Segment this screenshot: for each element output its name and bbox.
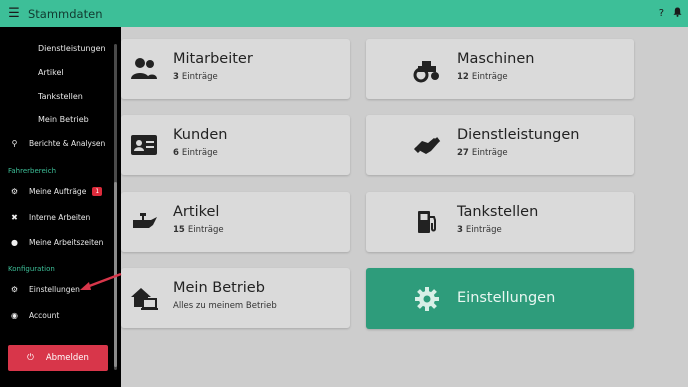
people-icon	[131, 58, 157, 79]
topbar-actions: ?	[659, 0, 682, 27]
card-mitarbeiter[interactable]: Mitarbeiter 3 Einträge	[121, 39, 350, 99]
section-header-konfiguration: Konfiguration	[8, 265, 55, 273]
gas-pump-icon	[418, 211, 436, 233]
card-title: Mein Betrieb	[173, 280, 265, 296]
id-card-icon	[131, 135, 157, 155]
card-artikel[interactable]: Artikel 15 Einträge	[121, 192, 350, 252]
sidebar-item-label: Meine Aufträge	[29, 187, 87, 196]
logout-label: Abmelden	[45, 353, 89, 363]
gear-icon: ⚙	[10, 285, 19, 294]
count-badge: 1	[92, 187, 103, 196]
card-subtitle: 27 Einträge	[457, 148, 508, 158]
sidebar-item-interne-arbeiten[interactable]: ✖ Interne Arbeiten	[0, 213, 112, 222]
sidebar-item-label: Interne Arbeiten	[29, 213, 91, 222]
sidebar-drawer: Dienstleistungen Artikel Tankstellen Mei…	[0, 27, 121, 387]
sidebar-item-mein-betrieb[interactable]: Mein Betrieb	[38, 115, 89, 124]
sidebar-item-label: Meine Arbeitszeiten	[29, 238, 104, 247]
house-laptop-icon	[131, 288, 158, 310]
card-subtitle: 3 Einträge	[173, 72, 218, 82]
card-title: Artikel	[173, 204, 220, 220]
power-icon: ⏻	[27, 353, 34, 363]
card-mein-betrieb[interactable]: Mein Betrieb Alles zu meinem Betrieb	[121, 268, 350, 328]
card-subtitle: 3 Einträge	[457, 225, 502, 235]
sidebar-item-artikel[interactable]: Artikel	[38, 68, 64, 77]
card-title: Kunden	[173, 127, 228, 143]
tools-icon: ✖	[11, 213, 18, 222]
card-title: Maschinen	[457, 51, 535, 67]
card-title: Tankstellen	[457, 204, 539, 220]
top-app-bar: ☰ Stammdaten ?	[0, 0, 688, 27]
logout-button[interactable]: ⏻ Abmelden	[8, 345, 108, 371]
oil-can-icon	[133, 213, 157, 228]
tractor-icon: ⚙	[10, 187, 19, 196]
tractor-icon	[413, 61, 439, 83]
card-dienstleistungen[interactable]: Dienstleistungen 27 Einträge	[366, 115, 634, 175]
card-subtitle: 12 Einträge	[457, 72, 508, 82]
card-kunden[interactable]: Kunden 6 Einträge	[121, 115, 350, 175]
card-einstellungen[interactable]: Einstellungen	[366, 268, 634, 329]
card-maschinen[interactable]: Maschinen 12 Einträge	[366, 39, 634, 99]
section-header-fahrerbereich: Fahrerbereich	[8, 167, 57, 175]
gear-icon	[415, 286, 439, 311]
card-title: Mitarbeiter	[173, 51, 253, 67]
card-subtitle: Alles zu meinem Betrieb	[173, 301, 277, 311]
user-circle-icon: ◉	[11, 311, 18, 320]
sidebar-item-account[interactable]: ◉ Account	[0, 311, 112, 320]
user-clock-icon: ●	[11, 238, 18, 247]
help-icon[interactable]: ?	[659, 8, 664, 19]
sidebar-item-label: Einstellungen	[29, 285, 80, 294]
annotation-arrow	[80, 272, 122, 290]
sidebar-item-label: Berichte & Analysen	[29, 139, 106, 148]
card-title: Dienstleistungen	[457, 127, 580, 143]
sidebar-item-meine-auftraege[interactable]: ⚙ Meine Aufträge 1	[0, 187, 112, 196]
search-chart-icon: ⚲	[11, 139, 18, 148]
main-content: Mitarbeiter 3 Einträge Maschinen 12 Einträ…	[121, 27, 688, 387]
sidebar-item-tankstellen[interactable]: Tankstellen	[38, 92, 83, 101]
page-title: Stammdaten	[28, 6, 103, 21]
card-subtitle: 15 Einträge	[173, 225, 224, 235]
card-tankstellen[interactable]: Tankstellen 3 Einträge	[366, 192, 634, 252]
sidebar-item-dienstleistungen[interactable]: Dienstleistungen	[38, 44, 106, 53]
sidebar-item-berichte[interactable]: ⚲ Berichte & Analysen	[0, 139, 112, 148]
sidebar-item-label: Account	[29, 311, 60, 320]
menu-icon[interactable]: ☰	[0, 6, 28, 21]
bell-icon[interactable]	[673, 7, 682, 20]
handshake-icon	[413, 137, 441, 154]
sidebar-item-meine-arbeitszeiten[interactable]: ● Meine Arbeitszeiten	[0, 238, 112, 247]
card-title: Einstellungen	[457, 290, 556, 306]
card-subtitle: 6 Einträge	[173, 148, 218, 158]
